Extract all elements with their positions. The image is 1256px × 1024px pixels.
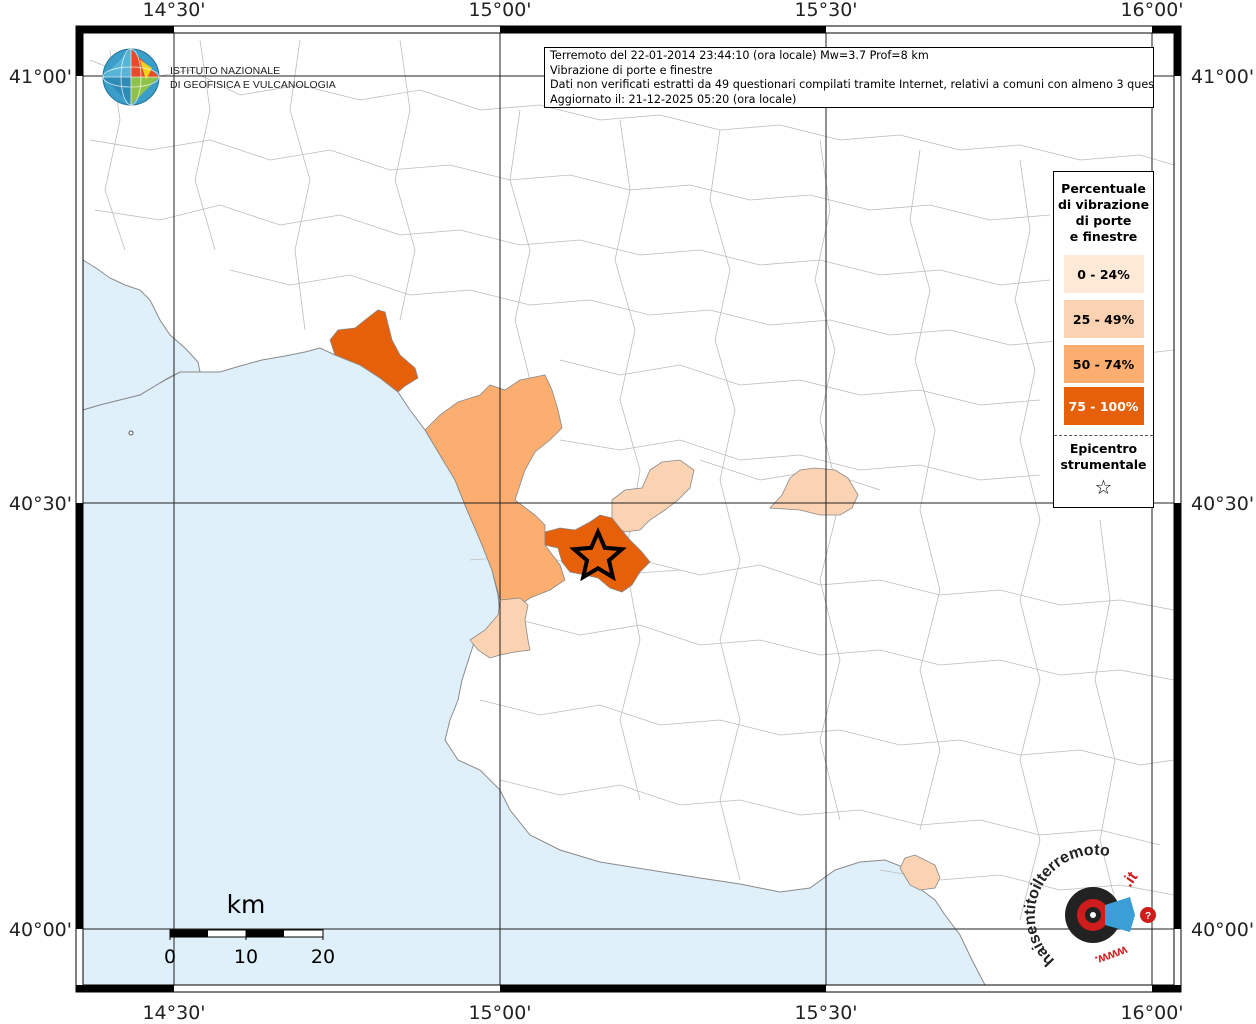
map-legend: Percentuale di vibrazione di porte e fin…: [1053, 171, 1154, 508]
lon-label-top: 14°30': [142, 0, 205, 21]
lon-label-bottom: 15°30': [794, 1002, 857, 1024]
lon-label-top: 15°00': [468, 0, 531, 21]
scale-label-10: 10: [234, 946, 258, 968]
legend-class-75-100: 75 - 100%: [1063, 387, 1144, 425]
lat-label-right: 40°00': [1191, 919, 1254, 941]
lon-label-bottom: 15°00': [468, 1002, 531, 1024]
scale-label-20: 20: [311, 946, 335, 968]
ingv-logo-line2: DI GEOFISICA E VULCANOLOGIA: [170, 79, 336, 91]
epicenter-star-icon: ☆: [1094, 475, 1113, 499]
lon-label-top: 15°30': [794, 0, 857, 21]
lat-label-left: 40°30': [9, 493, 72, 515]
legend-epicenter: Epicentro strumentale: [1060, 441, 1147, 472]
scale-title: km: [227, 890, 266, 919]
earthquake-title: Terremoto del 22-01-2014 23:44:10 (ora l…: [550, 49, 929, 62]
lon-label-top: 16°00': [1120, 0, 1183, 21]
lon-label-bottom: 14°30': [142, 1002, 205, 1024]
ingv-logo-line1: ISTITUTO NAZIONALE: [170, 65, 280, 77]
map-subject: Vibrazione di porte e finestre: [550, 63, 713, 77]
scale-label-0: 0: [164, 946, 176, 968]
legend-title: Percentuale di vibrazione di porte e fin…: [1057, 181, 1150, 244]
data-note: Dati non verificati estratti da 49 quest…: [550, 78, 1154, 91]
legend-class-50-74: 50 - 74%: [1063, 345, 1144, 383]
svg-text:?: ?: [1145, 911, 1151, 922]
island: [128, 430, 134, 436]
lat-label-left: 41°00': [9, 66, 72, 88]
lat-label-left: 40°00': [9, 919, 72, 941]
lat-label-right: 41°00': [1191, 66, 1254, 88]
legend-class-0-24: 0 - 24%: [1063, 255, 1144, 293]
legend-class-25-49: 25 - 49%: [1063, 300, 1144, 338]
lon-label-bottom: 16°00': [1120, 1002, 1183, 1024]
intensity-map: 14°30' 15°00' 15°30' 16°00' 14°30' 15°00…: [9, 0, 1254, 1024]
update-time: Aggiornato il: 21-12-2025 05:20 (ora loc…: [550, 92, 797, 106]
lat-label-right: 40°30': [1191, 493, 1254, 515]
legend-separator: [1054, 435, 1153, 436]
earthquake-info-box: Terremoto del 22-01-2014 23:44:10 (ora l…: [544, 47, 1154, 108]
